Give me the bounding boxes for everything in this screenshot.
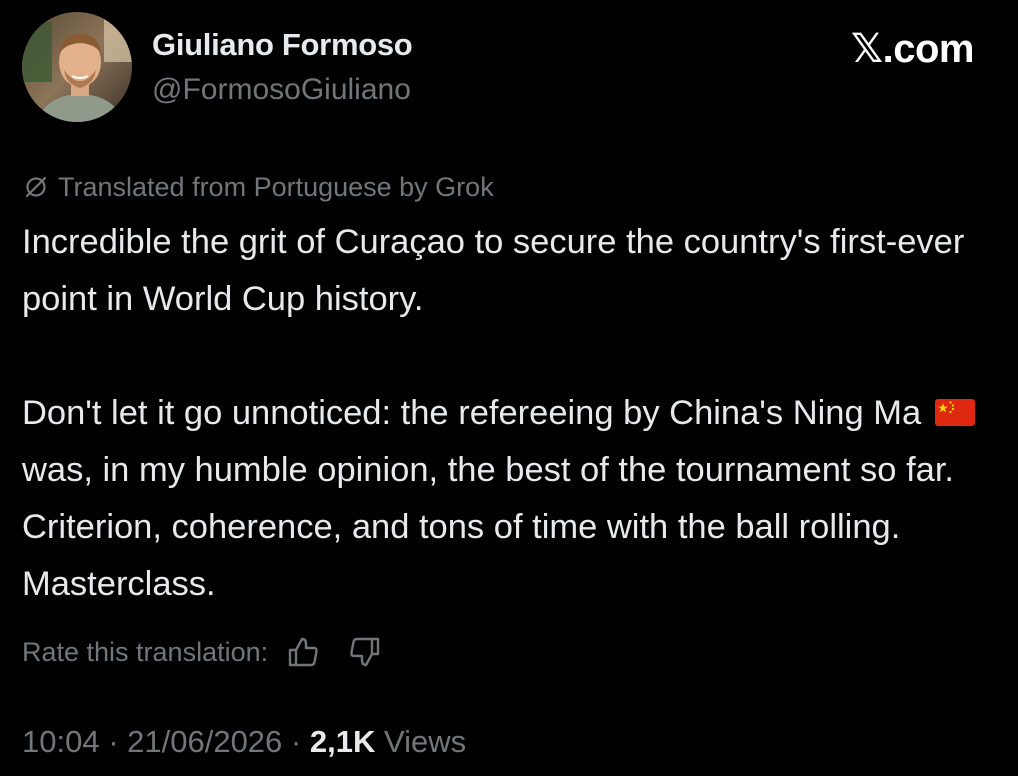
translation-notice-text: Translated from Portuguese by Grok [58,172,494,202]
display-name[interactable]: Giuliano Formoso [152,26,413,64]
x-brand-label: 𝕏.com [850,27,975,71]
meta-separator: · [99,724,128,759]
tweet-paragraph-2: Don't let it go unnoticed: the refereein… [22,385,982,613]
tweet-meta: 10:04 · 21/06/2026 · 2,1K Views [22,723,998,761]
thumbs-down-icon[interactable] [348,635,382,669]
avatar[interactable] [22,12,132,122]
tweet-paragraph-2-end: was, in my humble opinion, the best of t… [22,451,955,603]
avatar-image [22,12,132,122]
translation-notice: Translated from Portuguese by Grok [22,170,998,204]
tweet-date[interactable]: 21/06/2026 [127,724,282,759]
china-flag-icon [934,387,975,426]
rate-translation-label: Rate this translation: [22,637,269,667]
meta-separator: · [282,724,310,759]
views-count[interactable]: 2,1K [310,724,375,759]
user-handle[interactable]: @FormosoGiuliano [152,70,412,110]
tweet: Giuliano Formoso @FormosoGiuliano 𝕏.com … [22,12,998,761]
tweet-text: Incredible the grit of Curaçao to secure… [22,214,982,613]
tweet-time[interactable]: 10:04 [22,724,100,759]
rate-translation: Rate this translation: [22,635,998,669]
user-info: Giuliano Formoso @FormosoGiuliano [152,26,413,110]
translate-icon [22,173,50,201]
thumbs-up-icon[interactable] [286,635,320,669]
tweet-paragraph-1: Incredible the grit of Curaçao to secure… [22,223,965,318]
views-label: Views [375,724,467,759]
tweet-paragraph-2-start: Don't let it go unnoticed: the refereein… [22,394,931,432]
